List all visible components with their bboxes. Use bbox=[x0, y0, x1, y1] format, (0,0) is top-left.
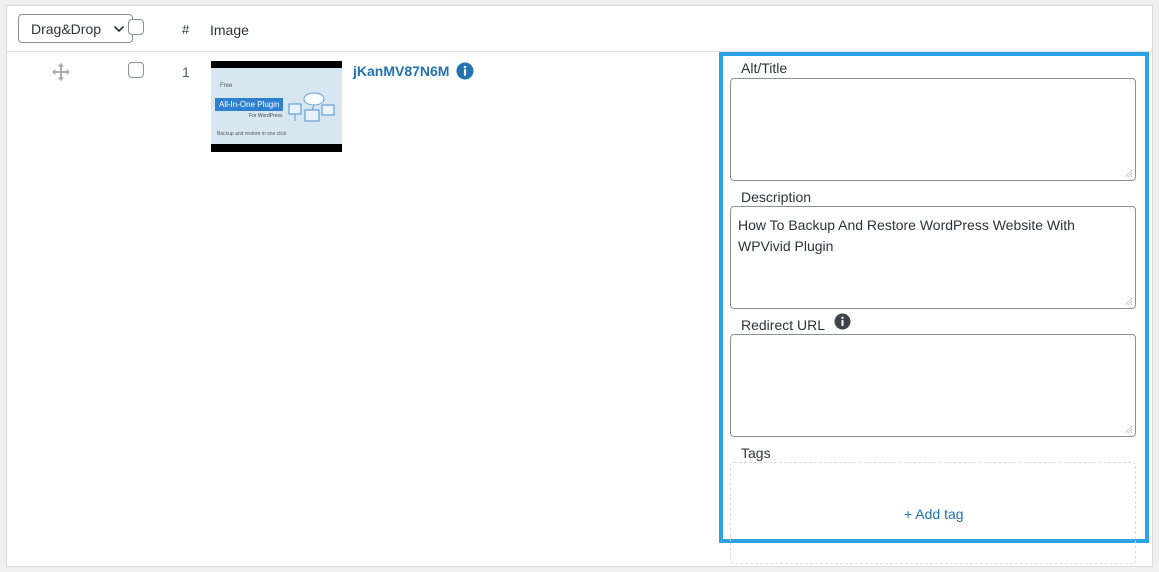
description-textarea[interactable]: How To Backup And Restore WordPress Webs… bbox=[730, 206, 1136, 309]
column-header-image: Image bbox=[210, 22, 249, 38]
alt-title-label: Alt/Title bbox=[741, 60, 788, 76]
add-tag-button[interactable]: + Add tag bbox=[904, 506, 964, 522]
thumbnail-text-free: Free bbox=[220, 83, 233, 89]
info-icon[interactable] bbox=[456, 62, 474, 80]
row-number: 1 bbox=[182, 64, 190, 80]
resize-grip-icon[interactable] bbox=[1124, 425, 1133, 434]
thumbnail-text-subtitle: For WordPress bbox=[249, 113, 283, 119]
select-all-checkbox[interactable] bbox=[128, 19, 144, 35]
column-header-number: # bbox=[182, 22, 190, 37]
chevron-down-icon bbox=[114, 26, 124, 32]
table-header: Drag&Drop # Image bbox=[7, 6, 1152, 52]
resize-grip-icon[interactable] bbox=[1124, 297, 1133, 306]
resize-grip-icon[interactable] bbox=[1124, 169, 1133, 178]
alt-title-textarea[interactable] bbox=[730, 78, 1136, 181]
cloud-devices-graphic bbox=[288, 92, 335, 122]
info-icon[interactable] bbox=[834, 313, 851, 330]
thumbnail-text-title: All-In-One Plugin bbox=[215, 98, 283, 111]
description-label: Description bbox=[741, 189, 812, 205]
gallery-images-panel: Drag&Drop # Image 1 Free All-In-One Plug… bbox=[6, 5, 1153, 567]
sort-select[interactable]: Drag&Drop bbox=[18, 14, 133, 43]
thumbnail-text-tagline: Backup and restore in one click bbox=[217, 131, 287, 137]
description-value: How To Backup And Restore WordPress Webs… bbox=[738, 217, 1075, 254]
sort-select-value: Drag&Drop bbox=[31, 20, 102, 37]
redirect-url-label: Redirect URL bbox=[741, 317, 826, 333]
redirect-url-textarea[interactable] bbox=[730, 334, 1136, 437]
move-icon[interactable] bbox=[51, 62, 71, 82]
image-thumbnail[interactable]: Free All-In-One Plugin For WordPress Bac… bbox=[211, 61, 342, 152]
image-file-name-link[interactable]: jKanMV87N6M bbox=[353, 63, 449, 79]
tags-label: Tags bbox=[741, 445, 771, 461]
row-checkbox[interactable] bbox=[128, 62, 144, 78]
